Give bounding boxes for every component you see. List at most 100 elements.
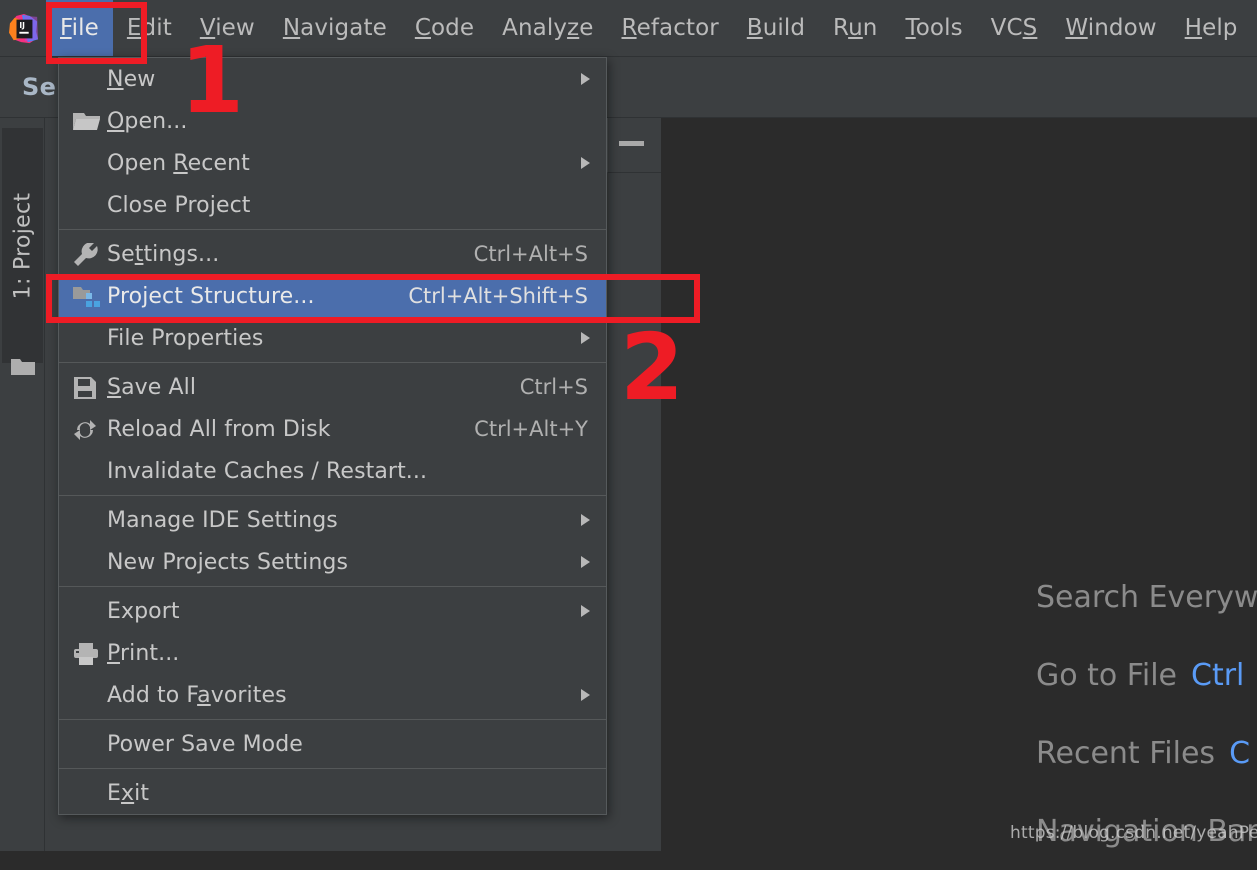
- editor-hint-label: Recent Files: [1036, 735, 1216, 771]
- menu-bar-item-edit[interactable]: Edit: [113, 0, 186, 56]
- menu-bar-item-navigate[interactable]: Navigate: [269, 0, 401, 56]
- menu-item-label: Open...: [107, 108, 188, 134]
- editor-hint-shortcut: C: [1229, 735, 1251, 771]
- menu-item-label: Close Project: [107, 192, 251, 218]
- menu-item-new[interactable]: New: [59, 58, 606, 100]
- menu-item-exit[interactable]: Exit: [59, 772, 606, 814]
- intellij-idea-logo-icon: IJ: [0, 0, 46, 57]
- menu-item-print[interactable]: Print...: [59, 632, 606, 674]
- editor-hint-label: Search Everywhere: [1036, 579, 1257, 615]
- submenu-arrow-icon: [581, 157, 590, 169]
- project-structure-icon: [71, 275, 107, 317]
- menu-item-power-save-mode[interactable]: Power Save Mode: [59, 723, 606, 765]
- menu-bar-item-file[interactable]: File: [46, 0, 113, 56]
- menu-separator: [59, 768, 606, 769]
- menu-item-icon-placeholder: [71, 58, 107, 100]
- folder-icon: [71, 100, 107, 142]
- menu-item-icon-placeholder: [71, 723, 107, 765]
- menu-item-label: Manage IDE Settings: [107, 507, 338, 533]
- menu-item-project-structure[interactable]: Project Structure... Ctrl+Alt+Shift+S: [59, 275, 606, 317]
- menu-item-invalidate-caches-restart[interactable]: Invalidate Caches / Restart...: [59, 450, 606, 492]
- menu-bar-item-vcs[interactable]: VCS: [977, 0, 1052, 56]
- menu-item-file-properties[interactable]: File Properties: [59, 317, 606, 359]
- menu-bar-items: File Edit View Navigate Code Analyze Refactor B…: [46, 0, 1252, 56]
- menu-item-shortcut: Ctrl+S: [519, 375, 588, 399]
- menu-item-label: New: [107, 66, 156, 92]
- editor-empty-area: Search Everywhere Go to File Ctrl Recent Fi…: [661, 118, 1257, 851]
- menu-item-label: Open Recent: [107, 150, 250, 176]
- submenu-arrow-icon: [581, 605, 590, 617]
- menu-bar-item-tools[interactable]: Tools: [891, 0, 976, 56]
- submenu-arrow-icon: [581, 556, 590, 568]
- menu-bar-item-build[interactable]: Build: [733, 0, 819, 56]
- left-tool-window-strip: 1: Project: [0, 118, 45, 851]
- menu-item-add-to-favorites[interactable]: Add to Favorites: [59, 674, 606, 716]
- menu-item-icon-placeholder: [71, 499, 107, 541]
- submenu-arrow-icon: [581, 73, 590, 85]
- project-tab-label: 1: Project: [10, 192, 35, 299]
- menu-item-icon-placeholder: [71, 184, 107, 226]
- menu-item-new-projects-settings[interactable]: New Projects Settings: [59, 541, 606, 583]
- menu-item-shortcut: Ctrl+Alt+Y: [474, 417, 588, 441]
- menu-item-settings[interactable]: Settings... Ctrl+Alt+S: [59, 233, 606, 275]
- editor-hint-label: Go to File: [1036, 657, 1177, 693]
- menu-item-icon-placeholder: [71, 541, 107, 583]
- print-icon: [71, 632, 107, 674]
- menu-separator: [59, 229, 606, 230]
- submenu-arrow-icon: [581, 689, 590, 701]
- submenu-arrow-icon: [581, 332, 590, 344]
- menu-bar-item-run[interactable]: Run: [819, 0, 891, 56]
- menu-item-label: Export: [107, 598, 180, 624]
- menu-item-label: Save All: [107, 374, 197, 400]
- menu-separator: [59, 586, 606, 587]
- wrench-icon: [71, 233, 107, 275]
- menu-item-close-project[interactable]: Close Project: [59, 184, 606, 226]
- menu-item-label: New Projects Settings: [107, 549, 349, 575]
- menu-item-label: Print...: [107, 640, 180, 666]
- menu-separator: [59, 719, 606, 720]
- menu-separator: [59, 362, 606, 363]
- intellij-idea-window: IJ File Edit View Navigate Code Analyze Refact…: [0, 0, 1257, 851]
- menu-item-label: Reload All from Disk: [107, 416, 331, 442]
- menu-item-open-recent[interactable]: Open Recent: [59, 142, 606, 184]
- file-dropdown-menu[interactable]: New Open... Open Recent Close Project Settin…: [58, 57, 607, 815]
- menu-item-label: Exit: [107, 780, 150, 806]
- menu-bar-item-window[interactable]: Window: [1051, 0, 1170, 56]
- menu-bar-item-help[interactable]: Help: [1171, 0, 1252, 56]
- menu-bar-item-analyze[interactable]: Analyze: [488, 0, 607, 56]
- menu-bar-item-view[interactable]: View: [186, 0, 269, 56]
- editor-hint-shortcut: Ctrl: [1191, 657, 1245, 693]
- menu-item-label: Settings...: [107, 241, 220, 267]
- sidebar-item-project[interactable]: 1: Project: [2, 128, 43, 363]
- menu-bar: IJ File Edit View Navigate Code Analyze Refact…: [0, 0, 1257, 57]
- menu-item-export[interactable]: Export: [59, 590, 606, 632]
- menu-item-shortcut: Ctrl+Alt+Shift+S: [408, 284, 588, 308]
- menu-item-reload-all-from-disk[interactable]: Reload All from Disk Ctrl+Alt+Y: [59, 408, 606, 450]
- svg-text:IJ: IJ: [19, 21, 25, 30]
- menu-bar-item-code[interactable]: Code: [401, 0, 488, 56]
- menu-item-label: File Properties: [107, 325, 264, 351]
- editor-hint-row: Search Everywhere: [661, 558, 1257, 636]
- menu-item-icon-placeholder: [71, 590, 107, 632]
- menu-item-icon-placeholder: [71, 450, 107, 492]
- menu-item-open[interactable]: Open...: [59, 100, 606, 142]
- menu-item-label: Add to Favorites: [107, 682, 287, 708]
- menu-item-icon-placeholder: [71, 142, 107, 184]
- menu-item-shortcut: Ctrl+Alt+S: [473, 242, 588, 266]
- submenu-arrow-icon: [581, 514, 590, 526]
- editor-hint-row: Go to File Ctrl: [661, 636, 1257, 714]
- editor-hint-row: Recent Files C: [661, 714, 1257, 792]
- menu-item-label: Invalidate Caches / Restart...: [107, 458, 428, 484]
- watermark-text: https://blog.csdn.net/yeahPeng11: [1010, 823, 1257, 843]
- menu-item-save-all[interactable]: Save All Ctrl+S: [59, 366, 606, 408]
- folder-icon[interactable]: [10, 355, 36, 377]
- refresh-icon: [71, 408, 107, 450]
- menu-item-label: Power Save Mode: [107, 731, 303, 757]
- menu-item-icon-placeholder: [71, 317, 107, 359]
- menu-item-manage-ide-settings[interactable]: Manage IDE Settings: [59, 499, 606, 541]
- menu-bar-item-refactor[interactable]: Refactor: [608, 0, 733, 56]
- menu-item-label: Project Structure...: [107, 283, 315, 309]
- menu-item-icon-placeholder: [71, 772, 107, 814]
- minimize-icon[interactable]: [619, 141, 644, 146]
- menu-item-icon-placeholder: [71, 674, 107, 716]
